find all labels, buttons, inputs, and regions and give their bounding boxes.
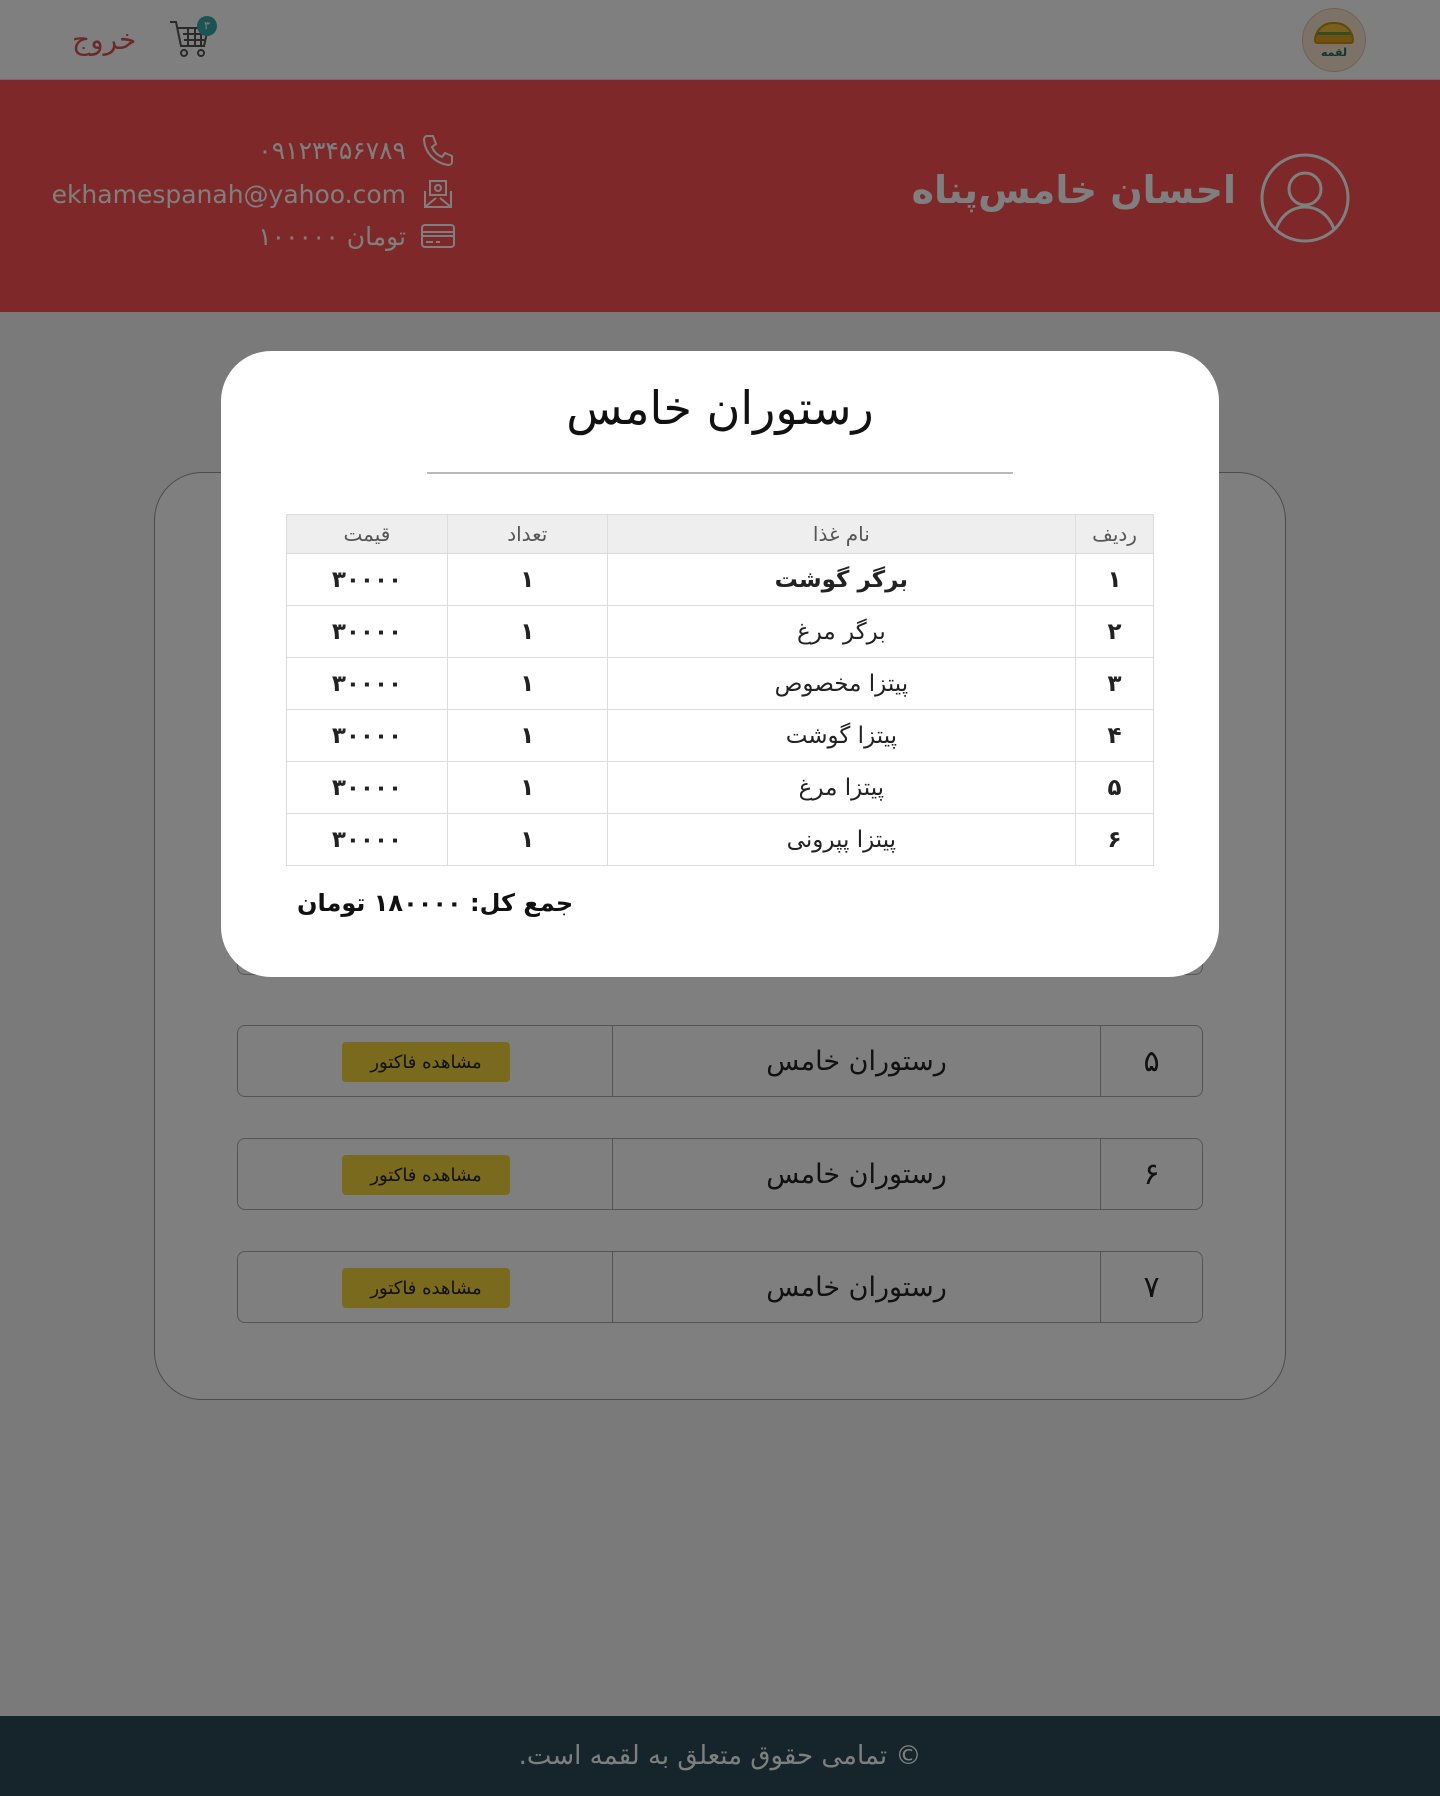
header-price: قیمت — [286, 514, 448, 554]
invoice-total: جمع کل: ۱۸۰۰۰۰ تومان — [297, 889, 574, 917]
invoice-row: ۲ برگر مرغ ۱ ۳۰۰۰۰ — [286, 605, 1154, 658]
item-price: ۳۰۰۰۰ — [286, 813, 448, 866]
invoice-header-row: ردیف نام غذا تعداد قیمت — [286, 514, 1154, 554]
header-row-number: ردیف — [1075, 514, 1154, 554]
item-row-number: ۵ — [1075, 761, 1154, 814]
item-name: پیتزا گوشت — [606, 709, 1077, 762]
item-name: پیتزا مخصوص — [606, 657, 1077, 710]
item-price: ۳۰۰۰۰ — [286, 761, 448, 814]
item-name: پیتزا پپرونی — [606, 813, 1077, 866]
invoice-row: ۵ پیتزا مرغ ۱ ۳۰۰۰۰ — [286, 761, 1154, 814]
invoice-row: ۳ پیتزا مخصوص ۱ ۳۰۰۰۰ — [286, 657, 1154, 710]
header-quantity: تعداد — [446, 514, 608, 554]
modal-divider — [427, 472, 1013, 474]
item-row-number: ۲ — [1075, 605, 1154, 658]
header-food-name: نام غذا — [606, 514, 1077, 554]
item-name: برگر گوشت — [606, 553, 1077, 606]
invoice-row: ۱ برگر گوشت ۱ ۳۰۰۰۰ — [286, 553, 1154, 606]
item-quantity: ۱ — [446, 657, 608, 710]
invoice-row: ۶ پیتزا پپرونی ۱ ۳۰۰۰۰ — [286, 813, 1154, 866]
item-quantity: ۱ — [446, 553, 608, 606]
item-quantity: ۱ — [446, 761, 608, 814]
invoice-modal: رستوران خامس ردیف نام غذا تعداد قیمت ۱ ب… — [221, 351, 1219, 977]
item-row-number: ۶ — [1075, 813, 1154, 866]
item-row-number: ۱ — [1075, 553, 1154, 606]
item-quantity: ۱ — [446, 605, 608, 658]
modal-title: رستوران خامس — [566, 381, 874, 435]
item-row-number: ۳ — [1075, 657, 1154, 710]
item-quantity: ۱ — [446, 709, 608, 762]
item-name: پیتزا مرغ — [606, 761, 1077, 814]
item-price: ۳۰۰۰۰ — [286, 657, 448, 710]
item-price: ۳۰۰۰۰ — [286, 709, 448, 762]
invoice-table: ردیف نام غذا تعداد قیمت ۱ برگر گوشت ۱ ۳۰… — [286, 514, 1154, 866]
invoice-row: ۴ پیتزا گوشت ۱ ۳۰۰۰۰ — [286, 709, 1154, 762]
item-row-number: ۴ — [1075, 709, 1154, 762]
item-quantity: ۱ — [446, 813, 608, 866]
item-price: ۳۰۰۰۰ — [286, 605, 448, 658]
item-price: ۳۰۰۰۰ — [286, 553, 448, 606]
item-name: برگر مرغ — [606, 605, 1077, 658]
